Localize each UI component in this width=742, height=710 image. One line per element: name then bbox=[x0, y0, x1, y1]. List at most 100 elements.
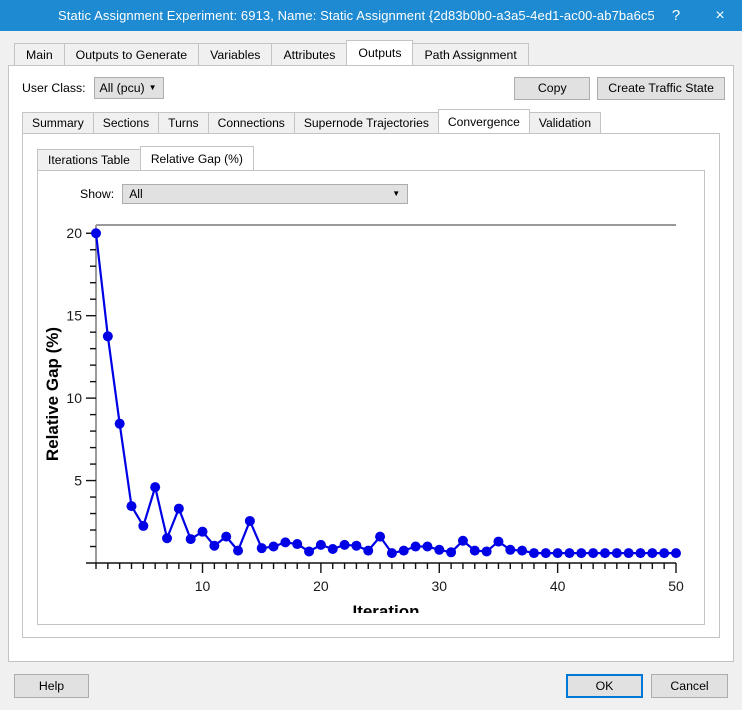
tab-attributes[interactable]: Attributes bbox=[271, 43, 347, 65]
data-point[interactable] bbox=[635, 548, 645, 558]
show-label: Show: bbox=[80, 187, 114, 201]
data-point[interactable] bbox=[269, 542, 279, 552]
data-point[interactable] bbox=[612, 548, 622, 558]
data-point[interactable] bbox=[553, 548, 563, 558]
show-select[interactable]: All ▼ bbox=[122, 184, 408, 204]
data-point[interactable] bbox=[576, 548, 586, 558]
data-point[interactable] bbox=[280, 537, 290, 547]
series-markers bbox=[91, 228, 681, 558]
data-point[interactable] bbox=[505, 545, 515, 555]
outer-tab-strip: Main Outputs to Generate Variables Attri… bbox=[14, 40, 742, 65]
data-point[interactable] bbox=[470, 546, 480, 556]
help-button[interactable]: Help bbox=[14, 674, 89, 698]
data-point[interactable] bbox=[541, 548, 551, 558]
tab-relative-gap[interactable]: Relative Gap (%) bbox=[140, 146, 254, 170]
show-row: Show: All ▼ bbox=[38, 171, 704, 204]
y-tick-label: 20 bbox=[66, 225, 82, 241]
dialog-footer: Help OK Cancel bbox=[0, 662, 742, 710]
data-point[interactable] bbox=[316, 540, 326, 550]
x-tick-label: 50 bbox=[668, 578, 684, 594]
y-tick-label: 10 bbox=[66, 390, 82, 406]
data-point[interactable] bbox=[624, 548, 634, 558]
tab-connections[interactable]: Connections bbox=[208, 112, 295, 133]
data-point[interactable] bbox=[174, 504, 184, 514]
tab-turns[interactable]: Turns bbox=[158, 112, 208, 133]
tab-main[interactable]: Main bbox=[14, 43, 65, 65]
x-axis-ticks bbox=[96, 563, 676, 573]
data-point[interactable] bbox=[529, 548, 539, 558]
chevron-down-icon: ▼ bbox=[392, 190, 400, 198]
data-point[interactable] bbox=[162, 533, 172, 543]
data-point[interactable] bbox=[304, 546, 314, 556]
help-icon[interactable]: ? bbox=[654, 0, 698, 31]
convergence-content: Iterations Table Relative Gap (%) Show: … bbox=[22, 133, 720, 638]
y-axis-title: Relative Gap (%) bbox=[43, 327, 62, 461]
tab-convergence[interactable]: Convergence bbox=[438, 109, 530, 133]
data-point[interactable] bbox=[387, 548, 397, 558]
title-bar: Static Assignment Experiment: 6913, Name… bbox=[0, 0, 742, 31]
data-point[interactable] bbox=[588, 548, 598, 558]
dialog-window: Static Assignment Experiment: 6913, Name… bbox=[0, 0, 742, 710]
tab-outputs[interactable]: Outputs bbox=[346, 40, 413, 65]
data-point[interactable] bbox=[198, 527, 208, 537]
data-point[interactable] bbox=[671, 548, 681, 558]
data-point[interactable] bbox=[564, 548, 574, 558]
data-point[interactable] bbox=[292, 539, 302, 549]
data-point[interactable] bbox=[399, 546, 409, 556]
data-point[interactable] bbox=[482, 546, 492, 556]
tab-iterations-table[interactable]: Iterations Table bbox=[37, 149, 141, 170]
tab-path-assignment[interactable]: Path Assignment bbox=[412, 43, 528, 65]
data-point[interactable] bbox=[493, 537, 503, 547]
data-point[interactable] bbox=[138, 521, 148, 531]
data-point[interactable] bbox=[363, 546, 373, 556]
tab-sections[interactable]: Sections bbox=[93, 112, 159, 133]
data-point[interactable] bbox=[659, 548, 669, 558]
data-point[interactable] bbox=[458, 536, 468, 546]
data-point[interactable] bbox=[91, 228, 101, 238]
tab-outputs-to-generate[interactable]: Outputs to Generate bbox=[64, 43, 199, 65]
data-point[interactable] bbox=[221, 532, 231, 542]
inner-tab-strip: Summary Sections Turns Connections Super… bbox=[22, 109, 733, 133]
outputs-panel: User Class: All (pcu) ▼ Copy Create Traf… bbox=[8, 65, 734, 662]
ok-button[interactable]: OK bbox=[566, 674, 643, 698]
create-traffic-state-button[interactable]: Create Traffic State bbox=[597, 77, 725, 100]
user-class-select[interactable]: All (pcu) ▼ bbox=[94, 77, 164, 99]
x-tick-label: 40 bbox=[550, 578, 566, 594]
data-point[interactable] bbox=[434, 545, 444, 555]
data-point[interactable] bbox=[600, 548, 610, 558]
data-point[interactable] bbox=[186, 534, 196, 544]
copy-button[interactable]: Copy bbox=[514, 77, 590, 100]
data-point[interactable] bbox=[233, 546, 243, 556]
data-point[interactable] bbox=[340, 540, 350, 550]
tab-validation[interactable]: Validation bbox=[529, 112, 601, 133]
data-point[interactable] bbox=[351, 541, 361, 551]
data-point[interactable] bbox=[209, 541, 219, 551]
x-axis-title: Iteration bbox=[352, 602, 419, 613]
data-point[interactable] bbox=[127, 501, 137, 511]
data-point[interactable] bbox=[411, 542, 421, 552]
tab-supernode-trajectories[interactable]: Supernode Trajectories bbox=[294, 112, 439, 133]
x-tick-label: 20 bbox=[313, 578, 329, 594]
close-icon[interactable]: × bbox=[698, 0, 742, 31]
y-axis-tick-labels: 5101520 bbox=[66, 225, 82, 488]
x-tick-label: 10 bbox=[195, 578, 211, 594]
data-point[interactable] bbox=[115, 419, 125, 429]
tab-variables[interactable]: Variables bbox=[198, 43, 272, 65]
data-point[interactable] bbox=[245, 516, 255, 526]
user-class-value: All (pcu) bbox=[100, 81, 145, 95]
data-point[interactable] bbox=[103, 331, 113, 341]
cancel-button[interactable]: Cancel bbox=[651, 674, 728, 698]
data-point[interactable] bbox=[150, 482, 160, 492]
data-point[interactable] bbox=[328, 544, 338, 554]
y-axis-ticks bbox=[86, 233, 96, 546]
x-axis-tick-labels: 1020304050 bbox=[195, 578, 684, 594]
data-point[interactable] bbox=[422, 542, 432, 552]
chevron-down-icon: ▼ bbox=[149, 84, 157, 92]
data-point[interactable] bbox=[446, 547, 456, 557]
data-point[interactable] bbox=[257, 543, 267, 553]
data-point[interactable] bbox=[517, 546, 527, 556]
data-point[interactable] bbox=[647, 548, 657, 558]
data-point[interactable] bbox=[375, 532, 385, 542]
user-class-label: User Class: bbox=[22, 81, 86, 95]
tab-summary[interactable]: Summary bbox=[22, 112, 94, 133]
